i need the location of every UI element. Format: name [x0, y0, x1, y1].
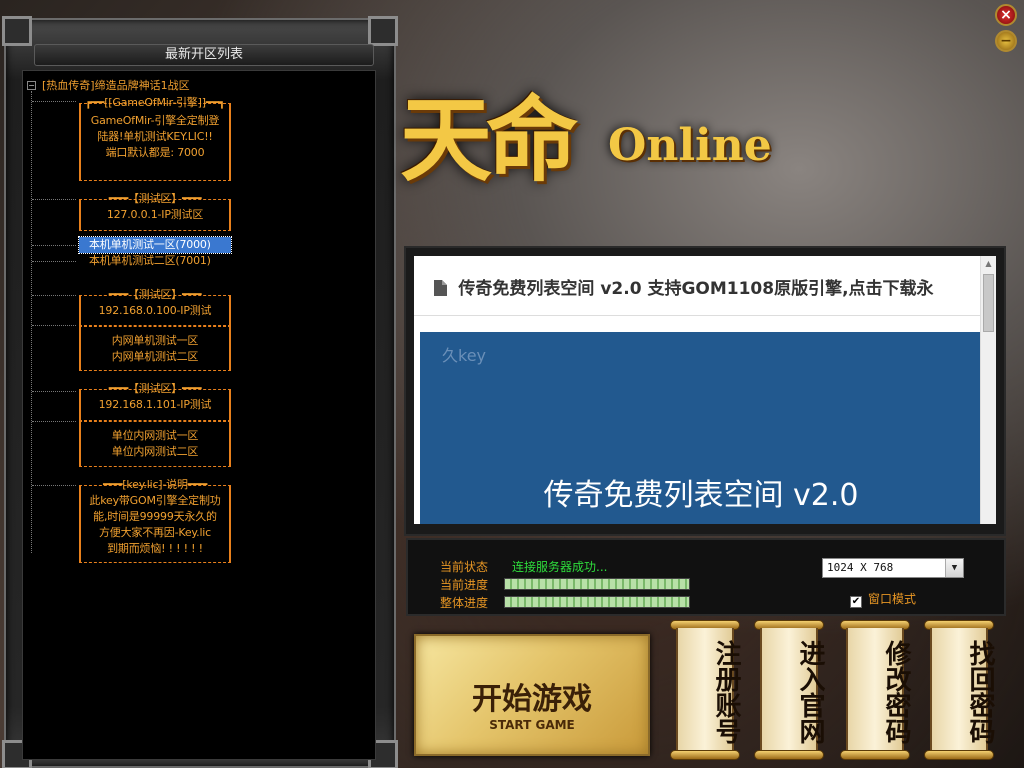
logo-title: 天命 — [400, 86, 578, 194]
progress-fill — [505, 579, 689, 589]
list-item[interactable]: 内网单机测试一区 — [79, 333, 231, 349]
group-header: ┏━━[[GameOfMir-引擎]]━━┓ — [84, 96, 226, 109]
panel-corner-ornament — [368, 16, 398, 46]
tree-connector — [32, 245, 76, 246]
web-header-link[interactable]: 传奇免费列表空间 v2.0 支持GOM1108原版引擎,点击下载永 — [434, 274, 934, 299]
status-panel: 当前状态 连接服务器成功... 当前进度 整体进度 1024 X 768 ▼ ✔… — [406, 538, 1006, 616]
panel-corner-ornament — [2, 16, 32, 46]
tree-root-node[interactable]: − [热血传奇]缔造品牌神话1战区 — [27, 77, 190, 93]
list-item[interactable]: 192.168.0.100-IP测试 — [79, 303, 231, 319]
minimize-icon[interactable]: − — [995, 30, 1017, 52]
close-icon[interactable]: × — [995, 4, 1017, 26]
start-game-sublabel: START GAME — [489, 718, 575, 732]
current-progress-bar — [504, 578, 690, 590]
list-item[interactable]: 此key带GOM引擎全定制功 — [79, 493, 231, 509]
recover-password-label: 找回密码 — [965, 640, 995, 744]
register-button[interactable]: 注册账号 — [670, 620, 741, 760]
server-tree[interactable]: − [热血传奇]缔造品牌神话1战区 ┏━━[[GameOfMir-引擎]]━━┓ … — [22, 70, 376, 760]
group-header: ━━━[key.lic]-说明━━━ — [102, 478, 208, 491]
document-icon — [434, 279, 452, 299]
collapse-icon[interactable]: − — [27, 81, 36, 90]
status-label: 当前状态 — [440, 560, 489, 574]
total-progress-bar — [504, 596, 690, 608]
banner-title: 传奇免费列表空间 v2.0 — [543, 478, 859, 513]
total-fill — [505, 597, 689, 607]
list-item[interactable]: 127.0.0.1-IP测试区 — [79, 207, 231, 223]
server-item-selected[interactable]: 本机单机测试一区(7000) — [78, 236, 232, 254]
logo-subtitle: Online — [608, 120, 772, 171]
start-game-label: 开始游戏 — [472, 682, 592, 717]
group-header: ━━━【测试区】━━━ — [108, 382, 202, 395]
tree-connector — [32, 485, 76, 486]
web-scrollbar[interactable]: ▲ — [980, 256, 996, 524]
window-mode-label[interactable]: 窗口模式 — [868, 592, 916, 606]
resolution-select[interactable]: 1024 X 768 ▼ — [822, 558, 964, 578]
tree-root-label[interactable]: [热血传奇]缔造品牌神话1战区 — [42, 79, 190, 92]
list-item[interactable]: 单位内网测试二区 — [79, 444, 231, 460]
web-banner[interactable]: 久key 传奇免费列表空间 v2.0 — [420, 332, 982, 524]
total-label: 整体进度 — [440, 596, 489, 610]
news-web-frame: 传奇免费列表空间 v2.0 支持GOM1108原版引擎,点击下载永 久key 传… — [404, 246, 1006, 536]
tree-connector — [31, 91, 32, 553]
web-page: 传奇免费列表空间 v2.0 支持GOM1108原版引擎,点击下载永 久key 传… — [414, 256, 986, 524]
list-item[interactable]: GameOfMir-引擎全定制登 — [79, 113, 231, 129]
list-item[interactable]: 能,时间是99999天永久的 — [79, 509, 231, 525]
recover-password-button[interactable]: 找回密码 — [924, 620, 995, 760]
tree-connector — [32, 391, 76, 392]
website-label: 进入官网 — [795, 640, 825, 744]
banner-key-text: 久key — [442, 346, 487, 365]
server-list-title: 最新开区列表 — [34, 44, 374, 66]
tree-connector — [32, 421, 76, 422]
list-item[interactable]: 到期而烦恼! ! ! ! ! ! — [79, 541, 231, 557]
web-header-text[interactable]: 传奇免费列表空间 v2.0 支持GOM1108原版引擎,点击下载永 — [458, 279, 933, 299]
tree-connector — [32, 199, 76, 200]
progress-label: 当前进度 — [440, 578, 489, 592]
tree-connector — [32, 325, 76, 326]
server-list-panel: 最新开区列表 − [热血传奇]缔造品牌神话1战区 ┏━━[[GameOfMir-引… — [2, 16, 398, 768]
change-password-button[interactable]: 修改密码 — [840, 620, 911, 760]
list-item[interactable]: 陆器!单机测试KEY.LIC!! — [79, 129, 231, 145]
tree-connector — [32, 101, 76, 102]
window-mode-checkbox[interactable]: ✔ 窗口模式 — [850, 590, 916, 608]
checkbox-icon[interactable]: ✔ — [850, 596, 862, 608]
chevron-down-icon[interactable]: ▼ — [945, 559, 963, 577]
game-logo: 天命 Online — [400, 80, 800, 230]
window-controls: × − — [992, 0, 1020, 60]
tree-connector — [32, 295, 76, 296]
list-item[interactable]: 192.168.1.101-IP测试 — [79, 397, 231, 413]
list-item[interactable]: 单位内网测试一区 — [79, 428, 231, 444]
group-header: ━━━【测试区】━━━ — [108, 288, 202, 301]
scroll-up-icon[interactable]: ▲ — [981, 256, 996, 272]
register-label: 注册账号 — [711, 640, 741, 744]
scroll-thumb[interactable] — [983, 274, 994, 332]
change-password-label: 修改密码 — [881, 640, 911, 744]
server-item[interactable]: 本机单机测试二区(7001) — [79, 253, 231, 269]
list-item[interactable]: 方便大家不再因-Key.lic — [79, 525, 231, 541]
list-item[interactable]: 端口默认都是: 7000 — [79, 145, 231, 161]
tree-connector — [32, 261, 76, 262]
website-button[interactable]: 进入官网 — [754, 620, 825, 760]
start-game-button[interactable]: 开始游戏 START GAME — [414, 634, 650, 756]
resolution-value: 1024 X 768 — [827, 561, 894, 574]
web-header: 传奇免费列表空间 v2.0 支持GOM1108原版引擎,点击下载永 — [414, 256, 986, 316]
group-header: ━━━【测试区】━━━ — [108, 192, 202, 205]
status-value: 连接服务器成功... — [512, 560, 608, 574]
list-item[interactable]: 内网单机测试二区 — [79, 349, 231, 365]
